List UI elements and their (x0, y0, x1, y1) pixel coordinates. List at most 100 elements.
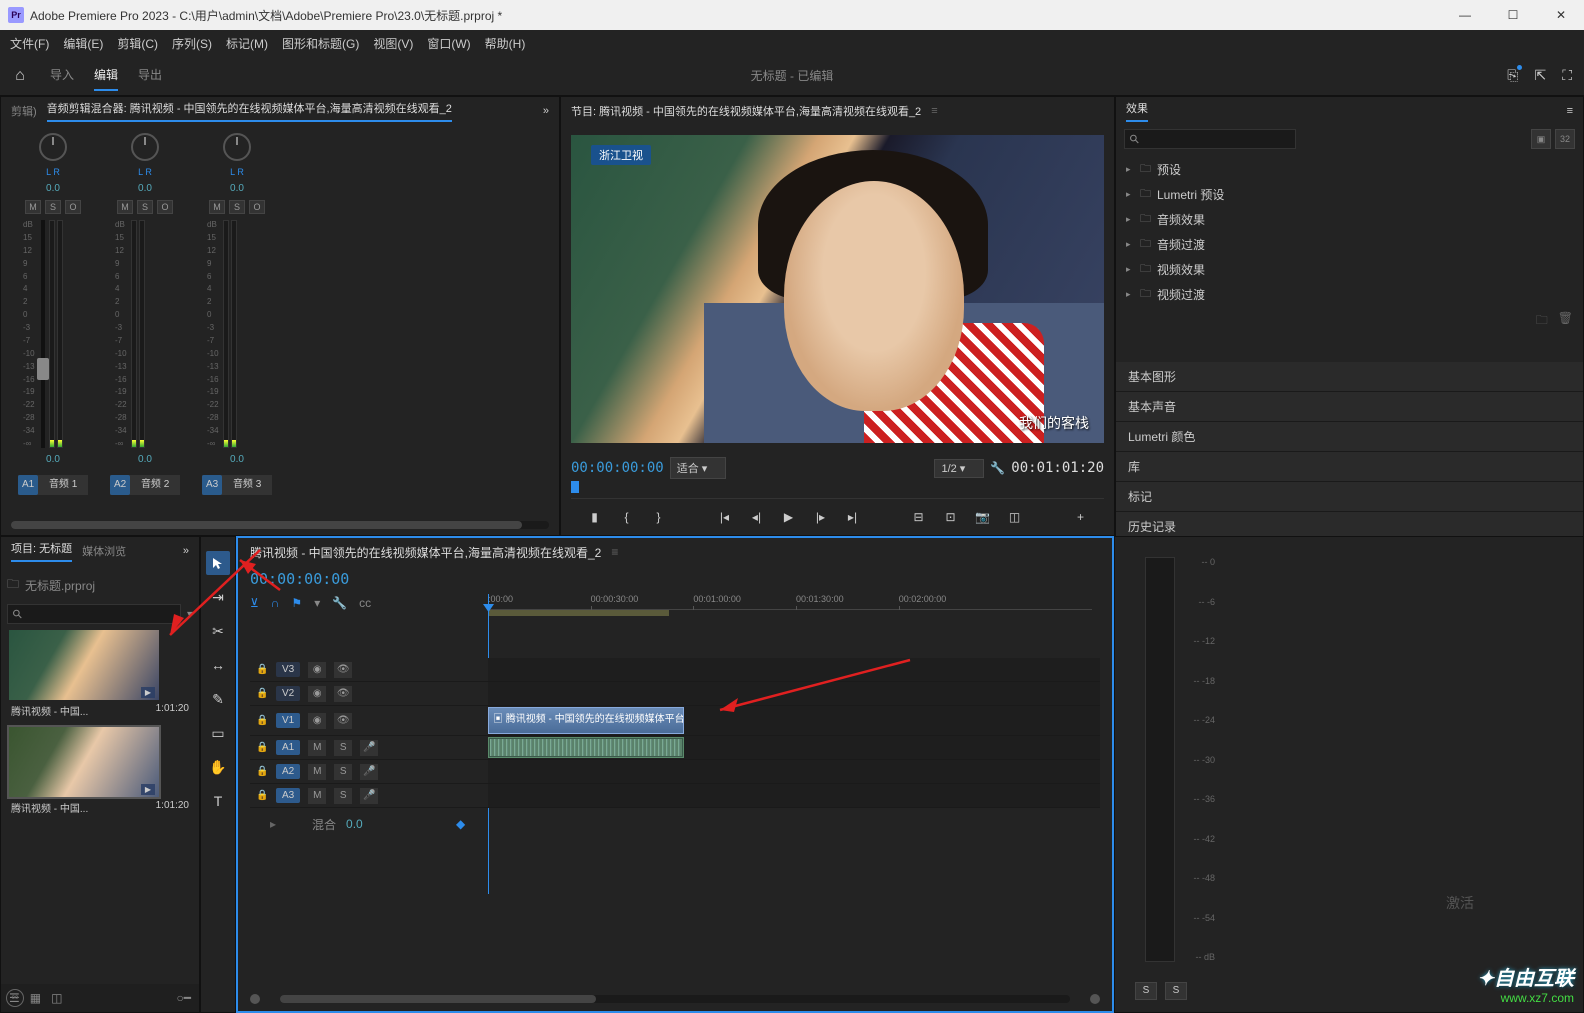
track-lane[interactable] (488, 784, 1100, 807)
lift-icon[interactable]: ⊟ (910, 510, 928, 524)
lock-icon[interactable]: 🔒 (256, 664, 268, 675)
go-to-in-icon[interactable]: |◂ (716, 510, 734, 524)
close-button[interactable]: ✕ (1546, 5, 1576, 25)
extract-icon[interactable]: ⊡ (942, 510, 960, 524)
zoom-in-knob[interactable] (1090, 994, 1100, 1004)
effects-folder[interactable]: ▸ 🗀 视频过渡 (1116, 282, 1583, 307)
mark-out-icon[interactable]: } (650, 510, 668, 524)
add-marker-icon[interactable]: ▮ (586, 510, 604, 524)
toggle-output-icon[interactable]: ◉ (308, 713, 326, 729)
m-button[interactable]: M (117, 200, 133, 214)
fader-value[interactable]: 0.0 (46, 454, 60, 465)
solo-icon[interactable]: S (334, 764, 352, 780)
mute-icon[interactable]: M (308, 764, 326, 780)
workspace-export[interactable]: 导出 (138, 60, 162, 91)
audio-clip[interactable] (488, 737, 684, 758)
tl-wrench-icon[interactable]: 🔧 (332, 596, 347, 610)
project-search-input[interactable] (7, 604, 181, 624)
program-title[interactable]: 节目: 腾讯视频 - 中国领先的在线视频媒体平台,海量高清视频在线观看_2 (571, 103, 921, 119)
effects-folder[interactable]: ▸ 🗀 Lumetri 预设 (1116, 182, 1583, 207)
tl-cc-icon[interactable]: cc (359, 596, 371, 610)
mute-icon[interactable]: M (308, 788, 326, 804)
toggle-output-icon[interactable]: ◉ (308, 686, 326, 702)
selection-tool[interactable] (206, 551, 230, 575)
new-bin-icon[interactable]: 🗀 (1536, 311, 1548, 332)
lock-icon[interactable]: 🔒 (256, 790, 268, 801)
project-media-item[interactable]: ▶ 腾讯视频 - 中国... 1:01:20 (9, 727, 191, 818)
effects-title[interactable]: 效果 (1126, 100, 1148, 122)
track-selector[interactable]: V2 (276, 686, 300, 701)
go-to-out-icon[interactable]: ▸| (844, 510, 862, 524)
menu-view[interactable]: 视图(V) (373, 35, 413, 52)
program-video-frame[interactable]: 浙江卫视 我们的客栈 (571, 135, 1104, 443)
quick-export-icon[interactable]: ⎘ (1507, 67, 1518, 84)
solo-right-button[interactable]: S (1165, 982, 1187, 1000)
expand-arrow-icon[interactable]: ▸ (1126, 164, 1134, 175)
s-button[interactable]: S (45, 200, 61, 214)
track-lane[interactable]: ▣ 腾讯视频 - 中国领先的在线视频媒体平台,海量高清 (488, 706, 1100, 735)
expand-arrow-icon[interactable]: ▸ (1126, 214, 1134, 225)
track-lane[interactable] (488, 682, 1100, 705)
menu-sequence[interactable]: 序列(S) (172, 35, 212, 52)
pan-value[interactable]: 0.0 (138, 183, 152, 194)
toggle-sync-icon[interactable]: 👁 (334, 662, 352, 678)
freeform-view-icon[interactable]: ◫ (51, 991, 62, 1005)
side-panel-tab[interactable]: 标记 (1116, 482, 1583, 512)
channel-id[interactable]: A2 (110, 475, 130, 495)
solo-icon[interactable]: S (334, 788, 352, 804)
track-lane[interactable] (488, 658, 1100, 681)
s-button[interactable]: S (137, 200, 153, 214)
solo-left-button[interactable]: S (1135, 982, 1157, 1000)
track-lane[interactable] (488, 760, 1100, 783)
side-panel-tab[interactable]: 基本声音 (1116, 392, 1583, 422)
menu-file[interactable]: 文件(F) (10, 35, 49, 52)
pan-value[interactable]: 0.0 (230, 183, 244, 194)
settings-wrench-icon[interactable]: 🔧 (990, 461, 1005, 475)
media-browser-tab[interactable]: 媒体浏览 (82, 543, 126, 559)
lock-icon[interactable]: 🔒 (256, 715, 268, 726)
track-lane[interactable] (488, 736, 1100, 759)
m-button[interactable]: M (25, 200, 41, 214)
o-button[interactable]: O (249, 200, 265, 214)
project-media-item[interactable]: ▶ 腾讯视频 - 中国... 1:01:20 (9, 630, 191, 721)
bin-icon[interactable]: 🗀 (7, 575, 19, 596)
scrubber-playhead[interactable] (571, 481, 579, 493)
effects-badge-2[interactable]: 32 (1555, 129, 1575, 149)
program-timecode-left[interactable]: 00:00:00:00 (571, 460, 664, 476)
timeline-sequence-title[interactable]: 腾讯视频 - 中国领先的在线视频媒体平台,海量高清视频在线观看_2 (250, 544, 601, 561)
fader-value[interactable]: 0.0 (230, 454, 244, 465)
type-tool[interactable]: T (206, 789, 230, 813)
expand-arrow-icon[interactable]: ▸ (1126, 264, 1134, 275)
icon-view-icon[interactable]: ▦ (30, 991, 41, 1005)
voice-icon[interactable]: 🎤 (360, 764, 378, 780)
play-icon[interactable]: ▶ (780, 510, 798, 524)
export-frame-icon[interactable]: 📷 (974, 510, 992, 524)
effects-badge-1[interactable]: ▣ (1531, 129, 1551, 149)
channel-id[interactable]: A3 (202, 475, 222, 495)
channel-id[interactable]: A1 (18, 475, 38, 495)
track-selector[interactable]: A2 (276, 764, 300, 779)
menu-marker[interactable]: 标记(M) (226, 35, 268, 52)
track-select-tool[interactable]: ⇥ (206, 585, 230, 609)
timeline-h-scrollbar[interactable] (280, 995, 1070, 1003)
fullscreen-icon[interactable]: ⛶ (1562, 67, 1572, 84)
menu-clip[interactable]: 剪辑(C) (117, 35, 158, 52)
m-button[interactable]: M (209, 200, 225, 214)
o-button[interactable]: O (65, 200, 81, 214)
effects-folder[interactable]: ▸ 🗀 视频效果 (1116, 257, 1583, 282)
linked-selection-icon[interactable]: ∩ (271, 596, 280, 610)
menu-help[interactable]: 帮助(H) (485, 35, 526, 52)
expand-arrow-icon[interactable]: ▸ (1126, 239, 1134, 250)
o-button[interactable]: O (157, 200, 173, 214)
side-panel-tab[interactable]: 库 (1116, 452, 1583, 482)
s-button[interactable]: S (229, 200, 245, 214)
button-editor-icon[interactable]: + (1072, 510, 1090, 524)
ripple-edit-tool[interactable]: ✂ (206, 619, 230, 643)
zoom-out-knob[interactable] (250, 994, 260, 1004)
mix-expand-icon[interactable]: ▸ (270, 817, 276, 831)
hand-tool[interactable]: ✋ (206, 755, 230, 779)
comparison-icon[interactable]: ◫ (1006, 510, 1024, 524)
zoom-fit-select[interactable]: 适合 ▾ (670, 457, 727, 479)
mixer-tab-clip[interactable]: 剪辑) (11, 103, 37, 119)
work-area-bar[interactable] (488, 610, 669, 616)
